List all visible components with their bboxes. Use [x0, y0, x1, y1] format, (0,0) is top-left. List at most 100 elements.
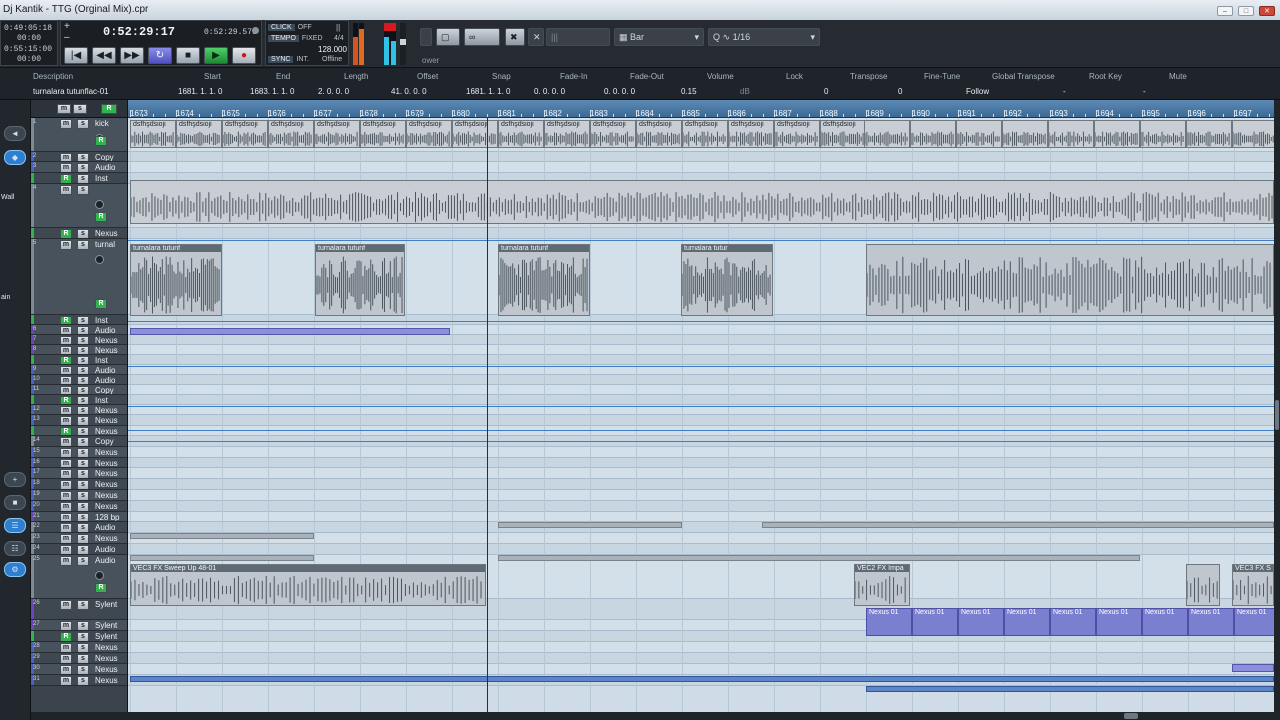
solo-button[interactable]: s — [77, 119, 89, 129]
track-row[interactable]: Rs Inst — [31, 395, 127, 405]
track-name[interactable]: Inst — [95, 174, 108, 183]
solo-button[interactable]: s — [77, 523, 89, 532]
track-name[interactable]: Nexus — [95, 406, 118, 414]
kick-part[interactable] — [1048, 120, 1094, 148]
track-row[interactable]: 6 m s Audio — [31, 325, 127, 335]
kick-part[interactable]: dsfhşdsioji — [636, 120, 682, 148]
toolbar-handle[interactable] — [420, 28, 432, 46]
tempo-toggle[interactable]: TEMPO FIXED — [268, 35, 323, 42]
kick-part[interactable] — [1232, 120, 1274, 148]
solo-button[interactable]: s — [77, 366, 89, 374]
track-row[interactable]: 2 m s Copy — [31, 152, 127, 162]
info-value-4[interactable]: 41. 0. 0. 0 — [391, 87, 427, 96]
solo-button[interactable]: s — [77, 491, 89, 500]
track-name[interactable]: Sylent — [95, 600, 117, 609]
track-name[interactable]: Inst — [95, 316, 108, 324]
track-row[interactable]: 26 m s Sylent — [31, 599, 127, 620]
track-name[interactable]: Nexus — [95, 427, 118, 435]
solo-button[interactable]: s — [77, 153, 89, 161]
track-row[interactable]: 23 m s Nexus — [31, 533, 127, 544]
midi-part-bar[interactable] — [130, 676, 1274, 682]
audio-part-bar[interactable] — [762, 522, 1274, 528]
track-name[interactable]: Nexus — [95, 643, 118, 652]
info-value-11[interactable]: 0 — [898, 87, 902, 96]
solo-button[interactable]: s — [77, 676, 89, 685]
maximize-button[interactable]: □ — [1238, 6, 1254, 16]
horizontal-scrollbar[interactable] — [128, 712, 1280, 720]
go-to-start-button[interactable]: |◀ — [64, 47, 88, 64]
solo-button[interactable]: s — [77, 654, 89, 663]
audio-clip-slices[interactable] — [866, 244, 1274, 316]
mute-button[interactable]: m — [60, 326, 72, 334]
kick-part[interactable] — [1140, 120, 1186, 148]
kick-part[interactable]: dsfhşdsioji — [498, 120, 544, 148]
track-lane[interactable] — [128, 653, 1274, 664]
solo-button[interactable]: s — [77, 600, 89, 610]
mute-button[interactable]: m — [60, 376, 72, 384]
solo-button[interactable]: s — [77, 513, 89, 521]
read-automation-button[interactable]: R — [60, 229, 72, 238]
track-name[interactable]: Nexus — [95, 416, 118, 425]
left-locator-time[interactable]: 0:49:05:18 — [4, 24, 52, 33]
track-row[interactable]: 8 m s Nexus — [31, 345, 127, 355]
mute-button[interactable]: m — [60, 534, 72, 543]
track-row[interactable]: Rs Inst — [31, 355, 127, 365]
track-row[interactable]: 10 m s Audio — [31, 375, 127, 385]
track-lane[interactable] — [128, 152, 1274, 162]
track-lane[interactable] — [128, 385, 1274, 395]
track-lane[interactable] — [128, 664, 1274, 675]
track-name[interactable]: Copy — [95, 386, 114, 394]
track-lane[interactable] — [128, 458, 1274, 468]
track-lane[interactable] — [128, 345, 1274, 355]
track-row[interactable]: 25 m s Audio R — [31, 555, 127, 599]
track-row[interactable]: 16 m s Nexus — [31, 458, 127, 468]
solo-button[interactable]: s — [77, 545, 89, 554]
solo-button[interactable]: s — [77, 174, 89, 183]
read-automation-button[interactable]: R — [60, 632, 72, 641]
mute-button[interactable]: m — [60, 469, 72, 478]
mute-button[interactable]: m — [60, 406, 72, 414]
kick-part[interactable]: dsfhşdsioji — [130, 120, 176, 148]
inspector-toggle-icon[interactable]: ◆ — [4, 150, 26, 165]
audio-clip[interactable]: turnalara tutunf — [130, 244, 222, 316]
automation-line[interactable] — [128, 321, 1274, 322]
mute-button[interactable]: m — [60, 386, 72, 394]
track-row[interactable]: 13 m s Nexus — [31, 415, 127, 426]
nexus-midi-part[interactable]: Nexus 01 — [958, 608, 1004, 636]
vertical-scroll-thumb[interactable] — [1275, 400, 1279, 430]
folder-icon[interactable]: ■ — [4, 495, 26, 510]
track-row[interactable]: 24 m s Audio — [31, 544, 127, 555]
view-toggle-icon[interactable]: ◄ — [4, 126, 26, 141]
track-row[interactable]: Rs Inst — [31, 173, 127, 184]
record-enable-icon[interactable] — [95, 200, 104, 209]
mute-button[interactable]: m — [60, 491, 72, 500]
track-name[interactable]: Nexus — [95, 448, 118, 457]
audio-clip-selected[interactable]: turnalara tutunf — [498, 244, 590, 316]
pause-icon[interactable]: || — [336, 23, 340, 32]
solo-button[interactable]: s — [77, 621, 89, 630]
vertical-scrollbar[interactable] — [1274, 100, 1280, 712]
track-row[interactable]: 20 m s Nexus — [31, 501, 127, 512]
track-row[interactable]: 28 m s Nexus — [31, 642, 127, 653]
mute-button[interactable]: m — [60, 459, 72, 467]
track-row[interactable]: 27 m s Sylent — [31, 620, 127, 631]
minimize-button[interactable]: – — [1217, 6, 1233, 16]
track-name[interactable]: Copy — [95, 153, 114, 161]
line-tool[interactable]: ∞ — [464, 28, 500, 46]
solo-button[interactable]: s — [77, 326, 89, 334]
track-row[interactable]: 17 m s Nexus — [31, 468, 127, 479]
track-lane[interactable] — [128, 501, 1274, 512]
track-name[interactable]: Audio — [95, 163, 115, 172]
mute-button[interactable]: m — [60, 119, 72, 129]
midi-part-bar[interactable] — [130, 328, 450, 335]
mute-button[interactable]: m — [60, 502, 72, 511]
read-automation-button[interactable]: R — [60, 174, 72, 183]
solo-button[interactable]: s — [77, 356, 89, 364]
solo-button[interactable]: s — [77, 416, 89, 425]
mute-button[interactable]: m — [60, 600, 72, 610]
global-mute-button[interactable]: m — [57, 104, 71, 114]
info-value-0[interactable]: turnalara tutunflac-01 — [33, 87, 109, 96]
track-row[interactable]: Rs Inst — [31, 315, 127, 325]
track-row[interactable]: 3 m s Audio — [31, 162, 127, 173]
solo-button[interactable]: s — [77, 437, 89, 446]
